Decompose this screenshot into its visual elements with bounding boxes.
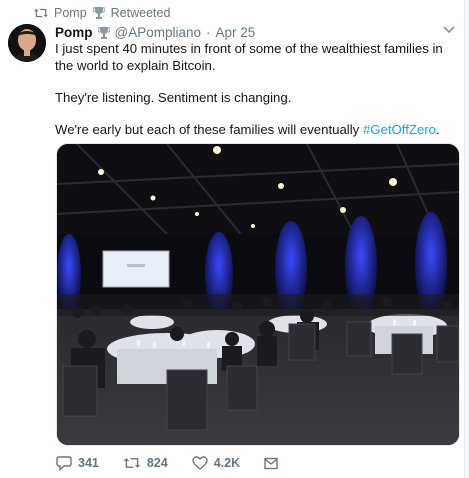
- tweet-paragraph-2: They're listening. Sentiment is changing…: [55, 90, 292, 105]
- author-handle[interactable]: @APompliano: [115, 25, 202, 40]
- like-count: 4.2K: [213, 456, 241, 470]
- avatar-image: [8, 24, 46, 62]
- like-button[interactable]: 4.2K: [192, 456, 240, 470]
- tweet-paragraph-3: We're early but each of these families w…: [55, 121, 455, 138]
- retweeted-label: Retweeted: [110, 6, 171, 20]
- reply-button[interactable]: 341: [56, 455, 99, 471]
- tweet-header: Pomp @APompliano · Apr 25: [55, 24, 255, 41]
- hashtag-link[interactable]: #GetOffZero: [363, 122, 436, 137]
- tweet-paragraph-3-end: .: [436, 122, 440, 137]
- window-edge: [464, 0, 469, 478]
- retweet-context: Pomp Retweeted: [34, 5, 170, 21]
- trophy-icon: [97, 26, 110, 39]
- retweet-count: 824: [146, 456, 168, 470]
- tweet-paragraph-1: I just spent 40 minutes in front of some…: [55, 41, 443, 73]
- avatar[interactable]: [8, 24, 46, 62]
- trophy-icon: [92, 7, 105, 19]
- tweet-paragraph-3-text: We're early but each of these families w…: [55, 122, 363, 137]
- retweet-icon: [34, 8, 48, 18]
- tweet-date[interactable]: Apr 25: [216, 25, 256, 40]
- heart-icon: [192, 456, 208, 470]
- share-icon: [264, 457, 278, 470]
- reply-icon: [56, 455, 72, 471]
- retweeter-name[interactable]: Pomp: [54, 6, 87, 20]
- retweet-icon: [123, 458, 141, 468]
- tweet-photo[interactable]: [56, 143, 460, 446]
- reply-count: 341: [78, 456, 99, 470]
- separator-dot: ·: [206, 25, 211, 40]
- share-button[interactable]: [264, 456, 278, 470]
- author-name[interactable]: Pomp: [55, 25, 93, 40]
- retweet-button[interactable]: 824: [123, 456, 168, 470]
- tweet-actions: 341 824 4.2K: [56, 454, 302, 472]
- tweet-text: I just spent 40 minutes in front of some…: [55, 40, 455, 153]
- chevron-down-icon[interactable]: [443, 26, 455, 34]
- event-hall-photo: [57, 144, 459, 445]
